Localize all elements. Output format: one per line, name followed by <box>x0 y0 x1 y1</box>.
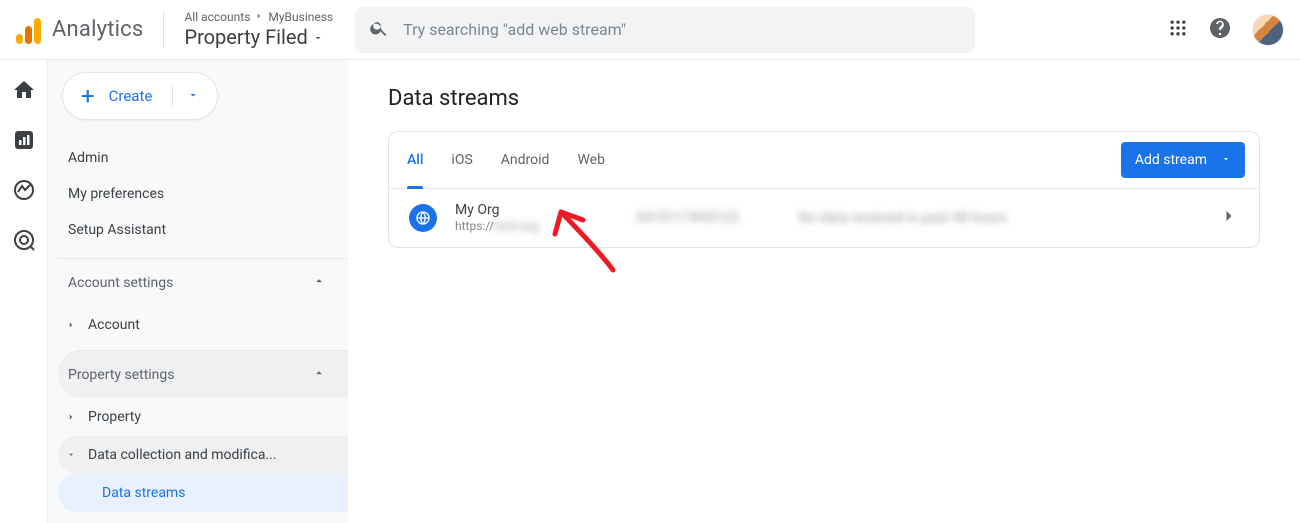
stream-id-blurred: 5415117890125 <box>636 210 738 226</box>
tree-item-label: Property <box>88 409 141 425</box>
sidebar-link-label: My preferences <box>68 186 164 202</box>
chevron-right-icon <box>1219 206 1239 230</box>
tab-label: Android <box>501 152 550 168</box>
stream-url-prefix: https:// <box>455 219 494 233</box>
search-input[interactable] <box>403 20 961 39</box>
account-avatar[interactable] <box>1252 14 1284 46</box>
tab-web[interactable]: Web <box>577 132 605 188</box>
stream-row[interactable]: My Org https://liorit.org 5415117890125 … <box>389 189 1259 247</box>
create-button[interactable]: + Create <box>62 72 218 120</box>
breadcrumb-path: All accounts MyBusiness <box>184 10 333 24</box>
header-divider <box>163 12 164 48</box>
web-stream-icon <box>409 204 437 232</box>
streams-card: All iOS Android Web Add stream My Org <box>388 131 1260 248</box>
tree-property[interactable]: Property <box>58 398 348 436</box>
section-label: Account settings <box>68 275 173 291</box>
sidebar-admin[interactable]: Admin <box>58 140 348 176</box>
tree-item-label: Data collection and modifica... <box>88 447 277 463</box>
search-icon <box>369 18 389 42</box>
reports-icon[interactable] <box>12 128 36 152</box>
tree-sub-label: Data streams <box>102 485 185 501</box>
sidebar-link-label: Setup Assistant <box>68 222 166 238</box>
chevron-up-icon <box>312 366 326 384</box>
caret-down-icon <box>64 450 78 460</box>
chevron-right-icon <box>254 10 264 24</box>
tab-ios[interactable]: iOS <box>451 132 472 188</box>
explore-icon[interactable] <box>12 178 36 202</box>
section-account-settings[interactable]: Account settings <box>58 258 348 306</box>
home-icon[interactable] <box>12 78 36 102</box>
tree-item-label: Account <box>88 317 140 333</box>
advertising-icon[interactable] <box>12 228 36 252</box>
product-name: Analytics <box>52 17 143 42</box>
separator <box>172 85 173 107</box>
caret-right-icon <box>64 412 78 422</box>
tab-label: All <box>407 152 423 168</box>
main-content: Data streams All iOS Android Web Add str… <box>348 60 1300 523</box>
sidebar-setup-assistant[interactable]: Setup Assistant <box>58 212 348 248</box>
product-logo[interactable]: Analytics <box>16 16 143 44</box>
page-title: Data streams <box>388 86 1260 111</box>
search-bar[interactable] <box>355 7 975 53</box>
section-label: Property settings <box>68 367 175 383</box>
caret-right-icon <box>64 320 78 330</box>
breadcrumb-account-name: MyBusiness <box>268 10 333 24</box>
tree-data-collection[interactable]: Data collection <box>58 512 348 523</box>
admin-sidebar: + Create Admin My preferences Setup Assi… <box>48 60 348 523</box>
sidebar-my-preferences[interactable]: My preferences <box>58 176 348 212</box>
create-button-label: Create <box>109 87 153 105</box>
help-icon[interactable] <box>1208 16 1232 44</box>
stream-tabs: All iOS Android Web <box>403 132 605 188</box>
tab-label: iOS <box>451 152 472 168</box>
breadcrumb-all-accounts: All accounts <box>184 10 250 24</box>
caret-down-icon <box>312 25 324 49</box>
account-property-picker[interactable]: All accounts MyBusiness Property Filed <box>184 10 333 48</box>
caret-down-icon <box>1221 152 1231 168</box>
app-header: Analytics All accounts MyBusiness Proper… <box>0 0 1300 60</box>
tab-all[interactable]: All <box>407 132 423 188</box>
chevron-up-icon <box>312 274 326 292</box>
tree-data-streams[interactable]: Data streams <box>58 474 348 512</box>
tab-label: Web <box>577 152 605 168</box>
stream-url: https://liorit.org <box>455 219 538 235</box>
stream-status-blurred: No data received in past 48 hours <box>798 210 1006 226</box>
add-stream-button[interactable]: Add stream <box>1121 142 1245 178</box>
add-stream-label: Add stream <box>1135 152 1207 168</box>
stream-name: My Org <box>455 201 538 219</box>
stream-url-blurred: liorit.org <box>494 219 538 233</box>
plus-icon: + <box>81 84 95 108</box>
analytics-logo-icon <box>16 16 42 44</box>
tab-android[interactable]: Android <box>501 132 550 188</box>
breadcrumb-property-name: Property Filed <box>184 25 307 49</box>
caret-down-icon <box>187 87 199 105</box>
tree-account[interactable]: Account <box>58 306 348 344</box>
sidebar-link-label: Admin <box>68 150 108 166</box>
apps-grid-icon[interactable] <box>1168 18 1188 42</box>
section-property-settings[interactable]: Property settings <box>58 350 348 398</box>
tree-data-collection-modification[interactable]: Data collection and modifica... <box>58 436 348 474</box>
nav-rail <box>0 60 48 523</box>
